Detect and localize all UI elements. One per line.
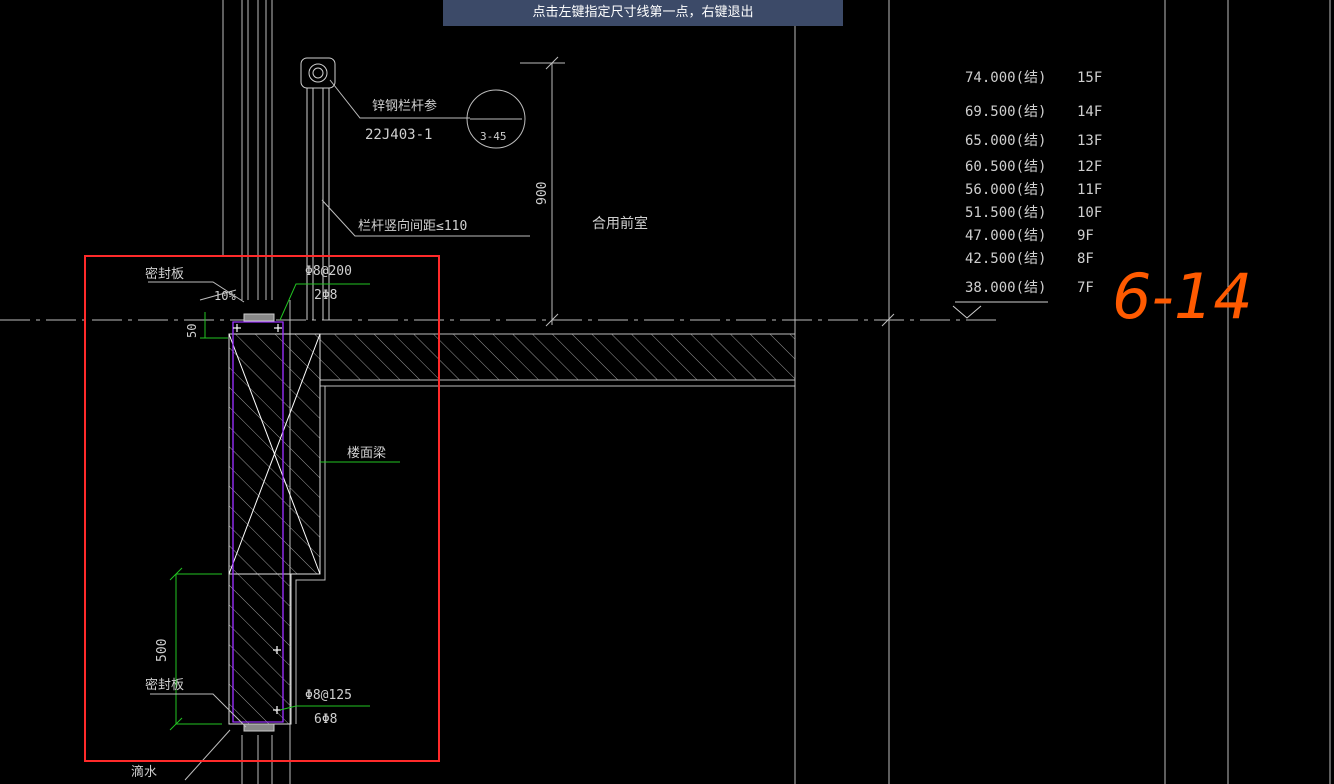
drip-label: 滴水 <box>131 764 157 780</box>
seal-plate-bottom: 密封板 <box>145 677 184 693</box>
annotation-texts: 锌钢栏杆参 22J403-1 3-45 栏杆竖向间距≤110 900 合用前室 … <box>131 98 648 780</box>
seal-plate-top: 密封板 <box>145 266 184 282</box>
dim-900: 900 <box>535 182 550 205</box>
level-floor: 8F <box>1077 251 1094 267</box>
railing-label: 锌钢栏杆参 <box>372 98 437 114</box>
level-floor: 12F <box>1077 159 1102 175</box>
level-floor: 7F <box>1077 280 1094 296</box>
level-elev: 69.500(结) <box>965 104 1046 120</box>
level-floor: 10F <box>1077 205 1102 221</box>
level-elev: 65.000(结) <box>965 133 1046 149</box>
level-elev: 60.500(结) <box>965 159 1046 175</box>
detail-ref: 3-45 <box>480 130 507 143</box>
rebar-bottom-2: 6Φ8 <box>314 712 337 727</box>
level-elev: 56.000(结) <box>965 182 1046 198</box>
handwritten-note: 6-14 <box>1112 260 1253 333</box>
level-elev: 74.000(结) <box>965 70 1046 86</box>
level-floor: 13F <box>1077 133 1102 149</box>
rebar-bottom-1: Φ8@125 <box>305 688 352 703</box>
slope-label: 10% <box>214 289 236 303</box>
level-marker <box>952 301 1048 319</box>
beam-label: 楼面梁 <box>347 446 386 461</box>
level-floor: 15F <box>1077 70 1102 86</box>
dim-50: 50 <box>185 324 199 338</box>
room-label: 合用前室 <box>592 215 648 232</box>
rebar-top-2: 2Φ8 <box>314 288 337 303</box>
level-table: 74.000(结) 15F 69.500(结) 14F 65.000(结) 13… <box>965 70 1102 296</box>
level-floor: 11F <box>1077 182 1102 198</box>
leader-lines <box>321 56 895 327</box>
railing-gap: 栏杆竖向间距≤110 <box>358 218 467 234</box>
level-floor: 14F <box>1077 104 1102 120</box>
level-floor: 9F <box>1077 228 1094 244</box>
level-elev: 42.500(结) <box>965 251 1046 267</box>
dim-500: 500 <box>155 639 170 662</box>
rebar-top-1: Φ8@200 <box>305 264 352 279</box>
floor-slab <box>319 333 796 387</box>
level-elev: 51.500(结) <box>965 205 1046 221</box>
beam-section <box>228 313 326 732</box>
cad-drawing-canvas[interactable]: 锌钢栏杆参 22J403-1 3-45 栏杆竖向间距≤110 900 合用前室 … <box>0 0 1334 784</box>
railing-ref: 22J403-1 <box>365 127 432 143</box>
command-prompt: 点击左键指定尺寸线第一点，右键退出 <box>443 0 843 26</box>
railing <box>300 57 336 320</box>
level-elev: 47.000(结) <box>965 228 1046 244</box>
level-elev: 38.000(结) <box>965 280 1046 296</box>
